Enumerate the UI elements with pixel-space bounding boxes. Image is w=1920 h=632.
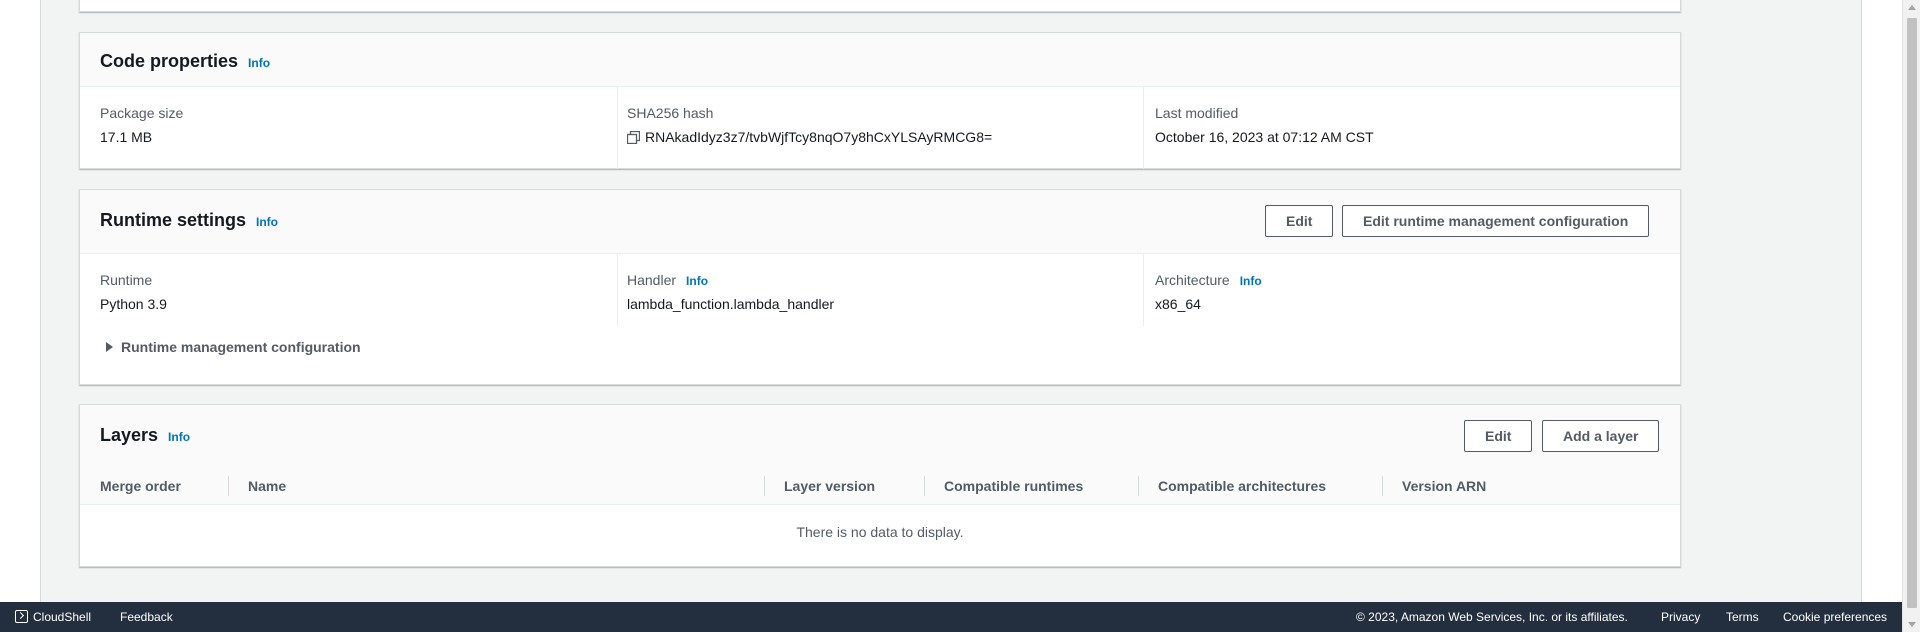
column-header-layer-version[interactable]: Layer version [784,467,875,505]
cookie-preferences-link[interactable]: Cookie preferences [1783,602,1887,632]
code-properties-header: Code properties Info [80,33,1680,87]
copyright-text: © 2023, Amazon Web Services, Inc. or its… [1356,610,1628,624]
runtime-settings-title: Runtime settings Info [100,210,278,231]
code-properties-title: Code properties Info [100,51,270,72]
sha-value: RNAkadIdyz3z7/tvbWjfTcy8nqO7y8hCxYLSAyRM… [645,129,993,145]
architecture-label-row: Architecture Info [1155,272,1262,288]
runtime-settings-title-text: Runtime settings [100,210,247,230]
layers-card: Layers Info Edit Add a layer Merge order … [79,404,1681,567]
scrollbar-thumb[interactable] [1907,18,1917,608]
layers-header: Layers Info Edit Add a layer [80,405,1680,467]
column-divider [1382,476,1383,496]
column-divider [764,476,765,496]
console-footer: CloudShell Feedback © 2023, Amazon Web S… [0,602,1902,632]
handler-value: lambda_function.lambda_handler [627,296,835,312]
runtime-edit-button[interactable]: Edit [1265,205,1334,237]
package-size-column: Package size 17.1 MB [80,87,607,169]
handler-label: Handler [627,272,677,288]
column-header-compatible-runtimes[interactable]: Compatible runtimes [944,467,1083,505]
last-modified-value: October 16, 2023 at 07:12 AM CST [1155,129,1374,145]
architecture-value: x86_64 [1155,296,1201,312]
sha-label: SHA256 hash [627,105,714,121]
layers-empty-message: There is no data to display. [796,524,964,540]
handler-info-link[interactable]: Info [686,274,708,288]
layers-table-header: Merge order Name Layer version Compatibl… [80,467,1680,505]
cloudshell-icon [15,610,28,623]
architecture-label: Architecture [1155,272,1230,288]
layers-edit-button[interactable]: Edit [1464,420,1533,452]
runtime-label: Runtime [100,272,153,288]
runtime-settings-info-link[interactable]: Info [256,215,278,229]
runtime-settings-body: Runtime Python 3.9 Handler Info lambda_fu… [80,254,1680,385]
handler-label-row: Handler Info [627,272,708,288]
vertical-scrollbar[interactable] [1902,0,1920,632]
cloudshell-label: CloudShell [33,610,92,624]
column-header-compatible-architectures[interactable]: Compatible architectures [1158,467,1326,505]
column-header-version-arn[interactable]: Version ARN [1402,467,1486,505]
runtime-management-expander-label: Runtime management configuration [121,339,361,355]
package-size-value: 17.1 MB [100,129,153,145]
sha-column: SHA256 hash RNAkadIdyz3z7/tvbWjfTcy8nqO7… [617,87,1144,169]
runtime-management-expander[interactable]: Runtime management configuration [100,339,361,355]
terms-link[interactable]: Terms [1726,602,1759,632]
column-header-merge-order[interactable]: Merge order [100,467,181,505]
runtime-settings-header: Runtime settings Info Edit Edit runtime m… [80,190,1680,254]
runtime-value: Python 3.9 [100,296,167,312]
edit-runtime-management-button[interactable]: Edit runtime management configuration [1342,205,1650,237]
column-divider [1138,476,1139,496]
runtime-settings-card: Runtime settings Info Edit Edit runtime m… [79,189,1681,385]
code-properties-info-link[interactable]: Info [248,56,270,70]
caret-right-icon [106,342,113,352]
last-modified-column: Last modified October 16, 2023 at 07:12 … [1143,87,1681,169]
architecture-info-link[interactable]: Info [1240,274,1262,288]
right-gutter [1862,0,1902,602]
privacy-link[interactable]: Privacy [1661,602,1700,632]
layers-info-link[interactable]: Info [168,430,190,444]
column-divider [228,476,229,496]
scroll-up-icon[interactable] [1908,5,1916,10]
layers-title-text: Layers [100,425,159,445]
code-properties-body: Package size 17.1 MB SHA256 hash RNAkadI… [80,87,1680,169]
code-properties-title-text: Code properties [100,51,239,71]
feedback-link[interactable]: Feedback [120,602,173,632]
package-size-label: Package size [100,105,184,121]
cloudshell-link[interactable]: CloudShell [15,602,91,632]
scroll-down-icon[interactable] [1908,622,1916,627]
layers-title: Layers Info [100,425,190,446]
add-layer-button[interactable]: Add a layer [1542,420,1660,452]
sha-value-row: RNAkadIdyz3z7/tvbWjfTcy8nqO7y8hCxYLSAyRM… [626,129,993,147]
column-header-name[interactable]: Name [248,467,286,505]
column-divider [924,476,925,496]
architecture-column: Architecture Info x86_64 [1143,254,1681,326]
handler-column: Handler Info lambda_function.lambda_handl… [617,254,1144,326]
copy-icon[interactable] [626,130,641,147]
code-properties-card: Code properties Info Package size 17.1 MB… [79,32,1681,169]
last-modified-label: Last modified [1155,105,1239,121]
previous-card [79,0,1681,12]
runtime-column: Runtime Python 3.9 [80,254,607,326]
